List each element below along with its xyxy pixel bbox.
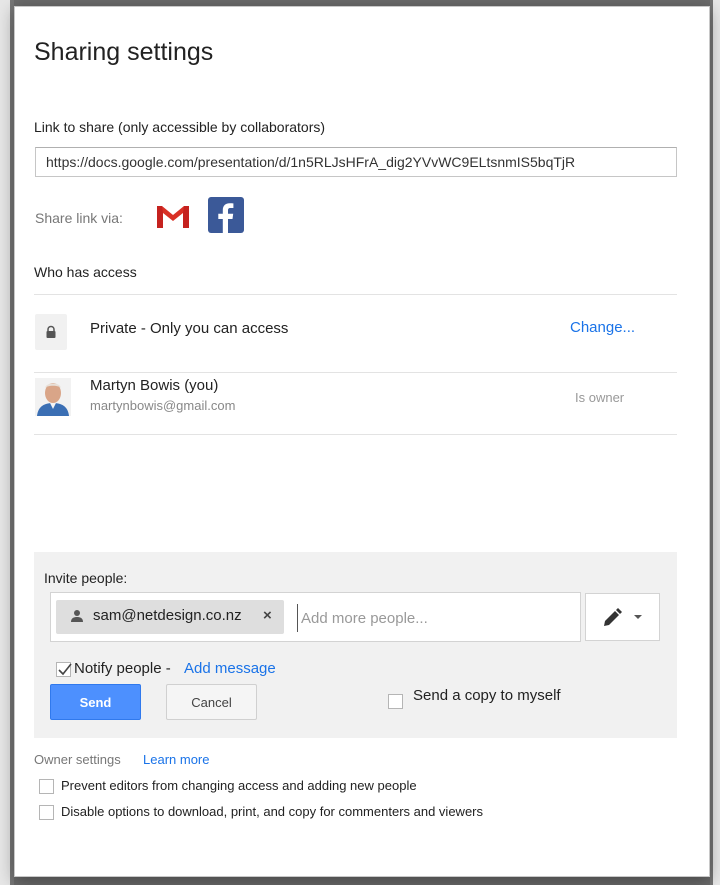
owner-settings-label: Owner settings — [34, 752, 121, 767]
pencil-icon — [604, 608, 622, 626]
lock-icon — [35, 314, 67, 350]
access-divider-bottom — [34, 434, 677, 435]
share-via-label: Share link via: — [35, 210, 123, 226]
visibility-text: Private - Only you can access — [90, 320, 289, 337]
disable-download-label: Disable options to download, print, and … — [61, 804, 483, 819]
add-message-link[interactable]: Add message — [184, 660, 276, 677]
share-link-field[interactable] — [35, 147, 677, 177]
dialog-title: Sharing settings — [34, 38, 214, 66]
owner-role-label: Is owner — [575, 390, 625, 405]
link-label: Link to share (only accessible by collab… — [34, 119, 326, 135]
user-name: Martyn Bowis (you) — [90, 377, 219, 394]
send-copy-checkbox[interactable] — [388, 694, 403, 709]
person-icon — [70, 609, 84, 628]
send-copy-label: Send a copy to myself — [413, 687, 561, 704]
backdrop-left — [0, 0, 14, 885]
avatar — [35, 378, 71, 416]
prevent-editors-label: Prevent editors from changing access and… — [61, 778, 417, 793]
backdrop-right — [710, 0, 720, 885]
disable-download-checkbox[interactable] — [39, 805, 54, 820]
access-divider-middle — [34, 372, 677, 373]
invite-chip-email: sam@netdesign.co.nz — [93, 607, 242, 624]
sharing-dialog — [14, 6, 710, 877]
learn-more-link[interactable]: Learn more — [143, 752, 209, 767]
chevron-down-icon — [634, 615, 642, 619]
check-icon — [58, 663, 72, 676]
user-email: martynbowis@gmail.com — [90, 398, 236, 413]
access-divider-top — [34, 294, 677, 295]
who-has-access-heading: Who has access — [34, 264, 137, 280]
permission-dropdown-button[interactable] — [585, 593, 660, 641]
send-button[interactable]: Send — [50, 684, 141, 720]
gmail-icon[interactable] — [154, 198, 192, 234]
change-visibility-link[interactable]: Change... — [570, 319, 635, 336]
cancel-button[interactable]: Cancel — [166, 684, 257, 720]
notify-people-label: Notify people - — [74, 660, 171, 677]
notify-people-checkbox[interactable] — [56, 662, 72, 677]
invite-label: Invite people: — [44, 570, 128, 586]
prevent-editors-checkbox[interactable] — [39, 779, 54, 794]
add-people-input[interactable] — [297, 604, 567, 632]
facebook-icon[interactable] — [208, 197, 244, 233]
remove-chip-button[interactable]: × — [263, 607, 272, 624]
